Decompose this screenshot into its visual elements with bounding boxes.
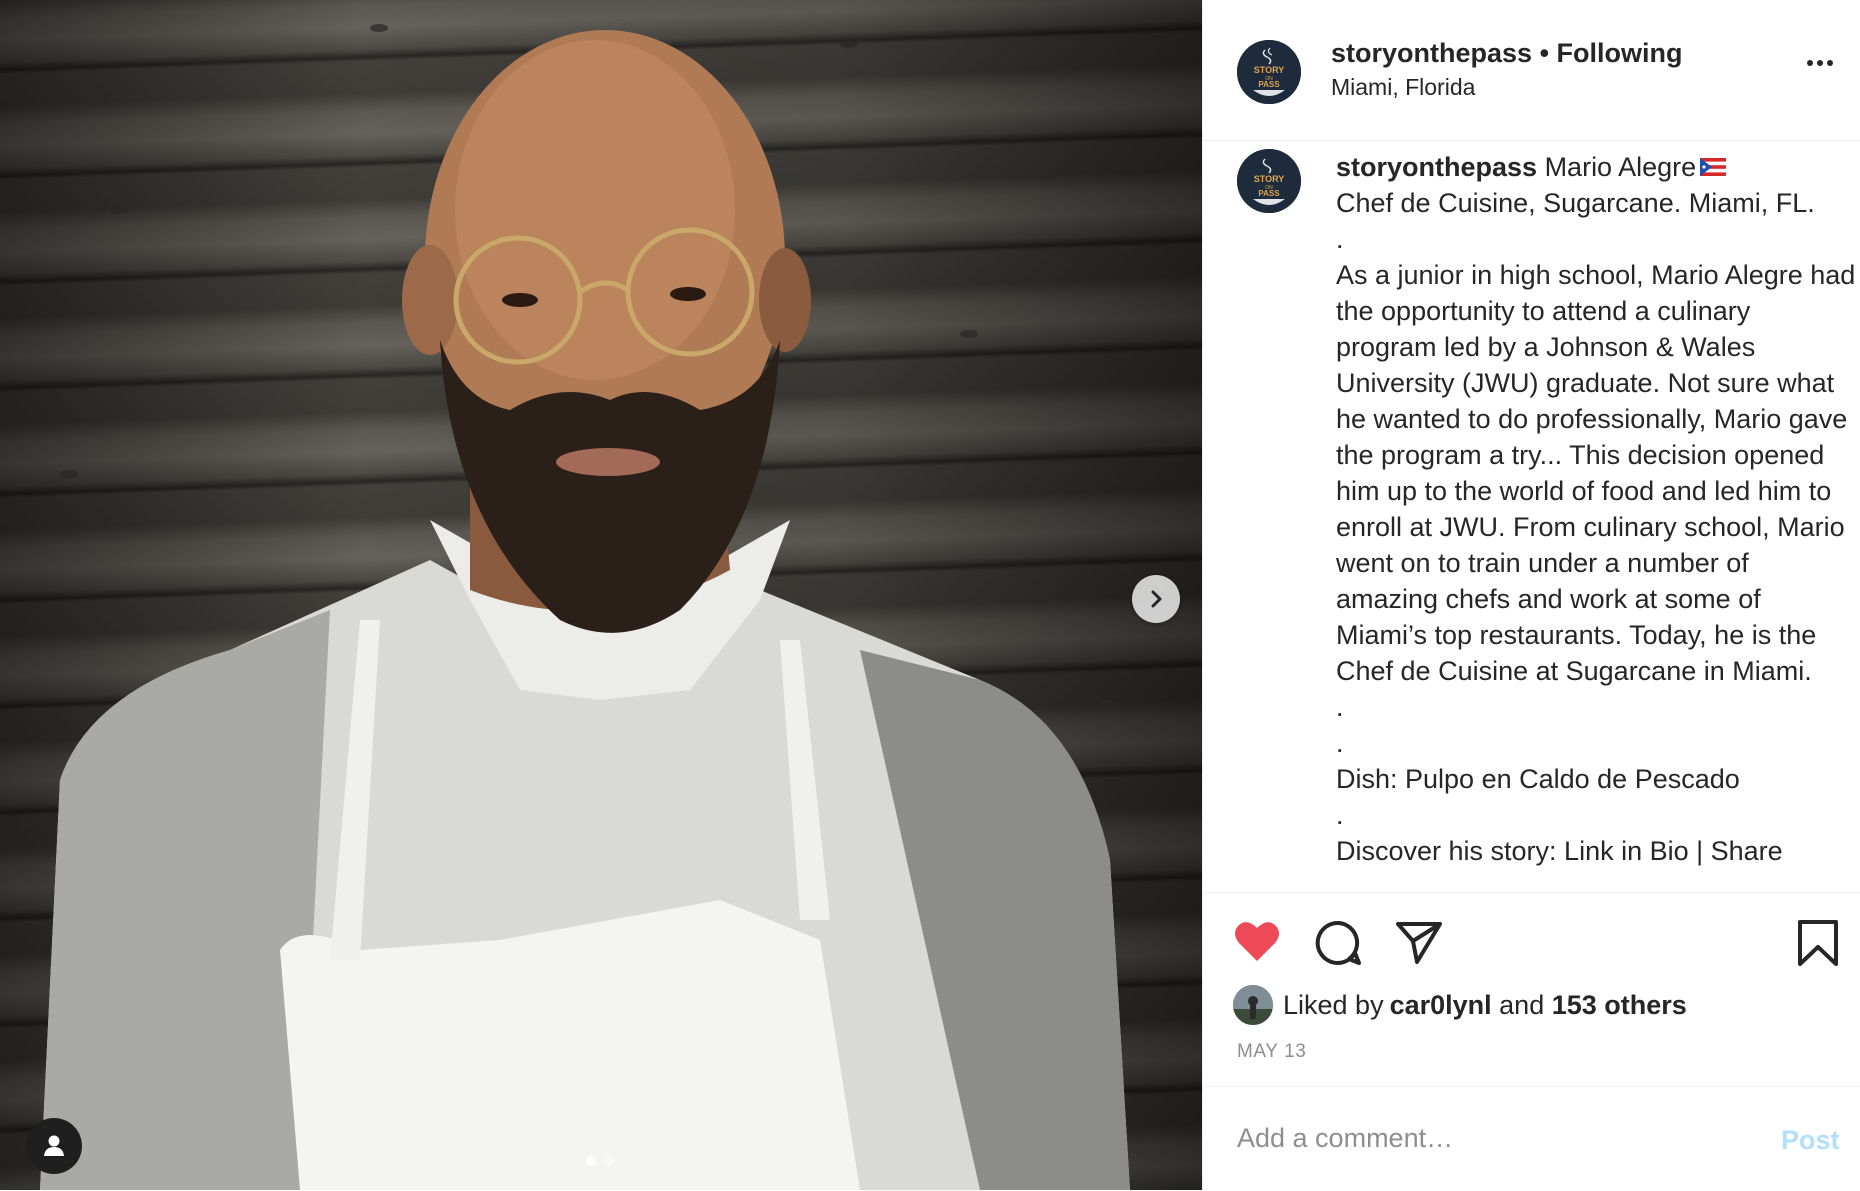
caption-username[interactable]: storyonthepass — [1336, 152, 1537, 182]
liked-user-link[interactable]: car0lynl — [1390, 990, 1492, 1021]
more-dot-icon — [1817, 60, 1823, 66]
paper-plane-icon — [1396, 922, 1442, 964]
save-button[interactable] — [1797, 919, 1839, 972]
post-actions: Liked by car0lynl and 153 others MAY 13 … — [1203, 893, 1860, 1190]
caption-avatar[interactable]: STORY ON PASS — [1237, 149, 1301, 213]
comment-input[interactable] — [1237, 1123, 1757, 1154]
post-comment-button[interactable]: Post — [1781, 1125, 1840, 1156]
caption-text: storyonthepass Mario Alegre Chef de Cuis… — [1336, 149, 1856, 869]
carousel-next-button[interactable] — [1132, 575, 1180, 623]
liked-mid: and — [1491, 989, 1552, 1020]
user-icon — [44, 1135, 64, 1156]
following-button[interactable]: Following — [1557, 38, 1683, 68]
chevron-right-icon — [1151, 590, 1162, 608]
share-button[interactable] — [1395, 919, 1443, 970]
header-separator: • — [1539, 38, 1550, 68]
svg-text:PASS: PASS — [1258, 80, 1280, 89]
likes-summary: Liked by car0lynl and 153 others — [1233, 985, 1687, 1025]
caption-title: Mario Alegre — [1537, 152, 1697, 182]
chef-portrait — [40, 30, 1130, 1190]
comment-form: Post — [1203, 1086, 1860, 1191]
more-options-button[interactable] — [1807, 60, 1833, 66]
post-side-panel: STORY ON PASS storyonthepass • Following… — [1202, 0, 1860, 1190]
header-username-row: storyonthepass • Following — [1331, 38, 1683, 69]
post-date[interactable]: MAY 13 — [1237, 1041, 1306, 1063]
liked-prefix: Liked by — [1283, 989, 1384, 1020]
carousel-dot — [604, 1156, 614, 1166]
more-dot-icon — [1807, 60, 1813, 66]
comment-button[interactable] — [1315, 919, 1363, 972]
profile-avatar[interactable]: STORY ON PASS — [1237, 40, 1301, 104]
liker-avatar[interactable] — [1233, 985, 1273, 1025]
carousel-indicator — [586, 1156, 614, 1166]
svg-text:PASS: PASS — [1258, 189, 1280, 198]
storyonthepass-logo: STORY ON PASS — [1237, 40, 1301, 104]
svg-text:STORY: STORY — [1254, 65, 1285, 75]
caption-body: Chef de Cuisine, Sugarcane. Miami, FL. .… — [1336, 188, 1856, 866]
svg-text:STORY: STORY — [1254, 174, 1285, 184]
puerto-rico-flag-icon — [1700, 157, 1727, 176]
like-button[interactable] — [1233, 919, 1281, 968]
liker-photo — [1233, 985, 1273, 1025]
comment-icon — [1315, 920, 1361, 965]
carousel-dot-active — [586, 1156, 596, 1166]
bookmark-icon — [1798, 920, 1838, 966]
heart-filled-icon — [1235, 922, 1279, 961]
post-location[interactable]: Miami, Florida — [1331, 74, 1475, 101]
post-photo[interactable] — [0, 0, 1202, 1190]
more-dot-icon — [1827, 60, 1833, 66]
post-header: STORY ON PASS storyonthepass • Following… — [1203, 0, 1860, 141]
likes-count-link[interactable]: 153 others — [1552, 990, 1687, 1021]
header-username[interactable]: storyonthepass — [1331, 38, 1532, 68]
storyonthepass-logo: STORY ON PASS — [1237, 149, 1301, 213]
caption-area[interactable]: STORY ON PASS storyonthepass Mario Alegr… — [1203, 141, 1860, 893]
tagged-users-button[interactable] — [26, 1118, 82, 1174]
